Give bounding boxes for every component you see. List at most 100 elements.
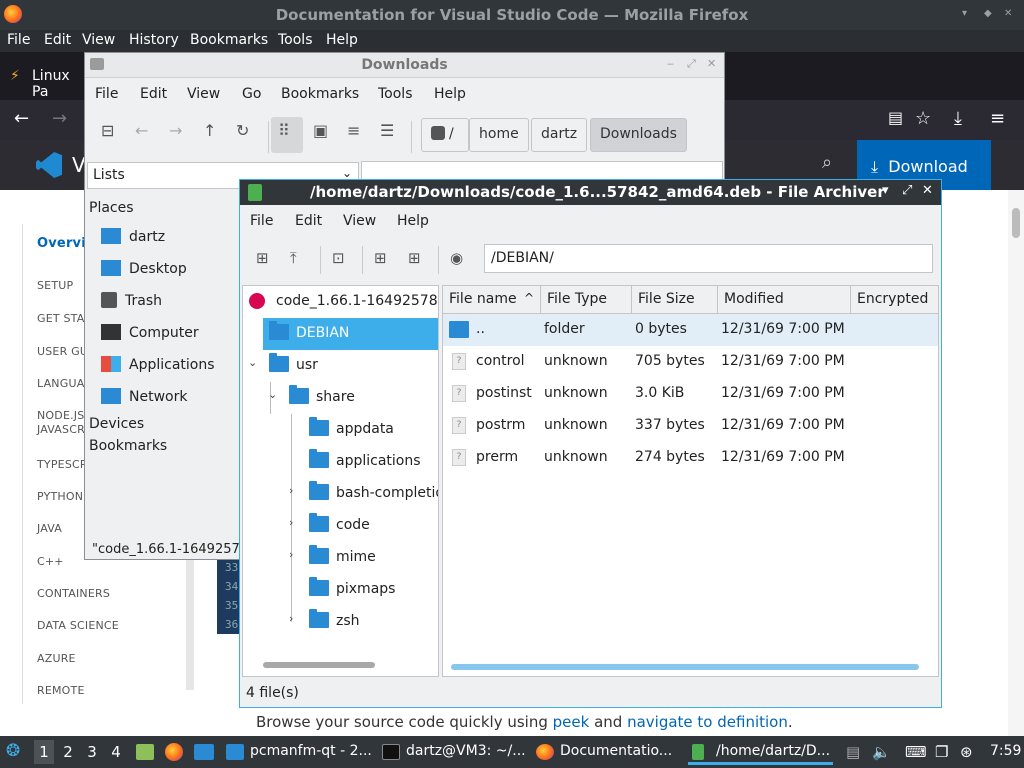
place-desktop[interactable]: Desktop	[101, 260, 187, 277]
file-row[interactable]: ? postinst unknown 3.0 KiB 12/31/69 7:00…	[443, 378, 938, 410]
chevron-down-icon[interactable]: ⌄	[248, 356, 257, 369]
column-encrypted[interactable]: Encrypted	[851, 286, 938, 314]
workspace-1[interactable]: 1	[34, 740, 54, 764]
menu-file[interactable]: File	[250, 213, 273, 229]
close-icon[interactable]: ✕	[707, 57, 716, 70]
downloads-icon[interactable]: ⤓	[954, 108, 962, 129]
menu-help[interactable]: Help	[434, 86, 466, 102]
task-file-archiver[interactable]: /home/dartz/D...	[688, 739, 833, 765]
chevron-right-icon[interactable]: ›	[289, 612, 293, 625]
file-row[interactable]: ? prerm unknown 274 bytes 12/31/69 7:00 …	[443, 442, 938, 474]
firefox-launcher-icon[interactable]	[165, 743, 183, 761]
minimize-icon[interactable]: ▾	[882, 183, 889, 198]
nav-languages[interactable]: LANGUA	[37, 377, 84, 390]
new-tab-icon[interactable]: ⊟	[101, 121, 114, 140]
archiver-titlebar[interactable]: /home/dartz/Downloads/code_1.6...57842_a…	[240, 180, 941, 205]
start-menu-icon[interactable]: ❂	[6, 741, 20, 761]
add-files-icon[interactable]: ⊞	[374, 249, 387, 267]
vscode-logo-icon[interactable]	[36, 152, 62, 178]
pcmanfm-titlebar[interactable]: Downloads ‒ ⤢ ✕	[85, 53, 724, 78]
maximize-icon[interactable]: ⤢	[687, 57, 696, 71]
page-scrollbar-thumb[interactable]	[1012, 208, 1020, 238]
chevron-down-icon[interactable]: ⌄	[268, 388, 277, 401]
chevron-right-icon[interactable]: ›	[289, 516, 293, 529]
tree-item-pixmaps[interactable]: pixmaps	[243, 574, 438, 606]
chevron-right-icon[interactable]: ›	[289, 484, 293, 497]
task-firefox[interactable]: Documentatio...	[532, 739, 682, 765]
breadcrumb-home[interactable]: home	[469, 118, 529, 152]
nav-javascript[interactable]: JAVASCR	[37, 423, 85, 436]
show-desktop-icon[interactable]	[194, 744, 214, 760]
task-pcmanfm[interactable]: pcmanfm-qt - 2...	[222, 739, 372, 765]
menu-view[interactable]: View	[343, 213, 376, 229]
menu-file[interactable]: File	[95, 86, 118, 102]
new-archive-icon[interactable]: ⊞	[256, 249, 269, 267]
detailed-list-icon[interactable]: ☰	[380, 121, 394, 140]
file-list-horizontal-scrollbar[interactable]	[451, 664, 919, 670]
menu-bookmarks[interactable]: Bookmarks	[190, 32, 268, 48]
forward-icon[interactable]: →	[169, 121, 182, 140]
devices-header[interactable]: Devices	[89, 416, 144, 432]
tree-item-mime[interactable]: › mime	[243, 542, 438, 574]
nav-user-guide[interactable]: USER GU	[37, 345, 88, 358]
place-trash[interactable]: Trash	[101, 292, 162, 309]
close-icon[interactable]: ✕	[1004, 8, 1012, 19]
tree-item-code[interactable]: › code	[243, 510, 438, 542]
chevron-right-icon[interactable]: ›	[289, 548, 293, 561]
task-terminal[interactable]: dartz@VM3: ~/...	[378, 739, 528, 765]
tree-item-applications[interactable]: applications	[243, 446, 438, 478]
minimize-icon[interactable]: ‒	[667, 57, 674, 70]
menu-view[interactable]: View	[187, 86, 220, 102]
place-network[interactable]: Network	[101, 388, 187, 405]
workspace-3[interactable]: 3	[82, 743, 102, 761]
breadcrumb-downloads[interactable]: Downloads	[590, 118, 687, 152]
workspace-4[interactable]: 4	[106, 743, 126, 761]
open-archive-icon[interactable]: ⊡	[332, 249, 345, 267]
workspace-2[interactable]: 2	[58, 743, 78, 761]
place-dartz[interactable]: dartz	[101, 228, 165, 245]
nav-azure[interactable]: AZURE	[37, 652, 76, 665]
tree-item-archive-root[interactable]: code_1.66.1-164925784	[243, 286, 438, 318]
back-icon[interactable]: ←	[135, 121, 148, 140]
clipboard-tray-icon[interactable]: ▤	[846, 743, 860, 761]
notes-icon[interactable]: ❐	[935, 743, 948, 761]
minimize-icon[interactable]: ▾	[962, 8, 967, 19]
back-icon[interactable]: ←	[14, 108, 29, 129]
menu-edit[interactable]: Edit	[295, 213, 322, 229]
extract-icon[interactable]: ⤒	[290, 249, 297, 267]
nav-nodejs[interactable]: NODE.JS	[37, 409, 84, 422]
bookmarks-header[interactable]: Bookmarks	[89, 438, 167, 454]
tree-item-appdata[interactable]: appdata	[243, 414, 438, 446]
column-file-name[interactable]: File name ^	[443, 286, 541, 314]
menu-history[interactable]: History	[129, 32, 179, 48]
file-row[interactable]: .. folder 0 bytes 12/31/69 7:00 PM	[443, 314, 938, 346]
navigate-definition-link[interactable]: navigate to definition	[627, 713, 788, 731]
nav-remote[interactable]: REMOTE	[37, 684, 85, 697]
location-field[interactable]: /DEBIAN/	[484, 244, 933, 273]
forward-icon[interactable]: →	[52, 108, 67, 129]
page-scrollbar[interactable]	[1008, 190, 1024, 736]
menu-edit[interactable]: Edit	[140, 86, 167, 102]
place-applications[interactable]: Applications	[101, 356, 215, 373]
add-folder-icon[interactable]: ⊞	[408, 249, 421, 267]
tree-item-share[interactable]: ⌄ share	[243, 382, 438, 414]
reload-icon[interactable]: ↻	[236, 121, 249, 140]
nav-java[interactable]: JAVA	[37, 522, 62, 535]
menu-go[interactable]: Go	[242, 86, 261, 102]
tree-item-bash-completion[interactable]: › bash-completio	[243, 478, 438, 510]
nav-typescript[interactable]: TYPESCR	[37, 458, 88, 471]
network-status-icon[interactable]: ⊛	[960, 743, 973, 761]
tree-item-usr[interactable]: ⌄ usr	[243, 350, 438, 382]
clock[interactable]: 7:59	[990, 743, 1021, 759]
keyboard-icon[interactable]: ⌨	[905, 743, 927, 761]
tree-horizontal-scrollbar[interactable]	[263, 662, 375, 668]
volume-icon[interactable]: 🔈	[872, 743, 891, 761]
file-row[interactable]: ? postrm unknown 337 bytes 12/31/69 7:00…	[443, 410, 938, 442]
thumbnail-view-icon[interactable]: ▣	[313, 121, 328, 140]
nav-python[interactable]: PYTHON	[37, 490, 83, 503]
hamburger-menu-icon[interactable]: ≡	[990, 108, 1005, 129]
place-computer[interactable]: Computer	[101, 324, 199, 341]
compact-view-icon[interactable]: ≡	[347, 121, 360, 140]
column-file-type[interactable]: File Type	[541, 286, 632, 314]
menu-help[interactable]: Help	[397, 213, 429, 229]
